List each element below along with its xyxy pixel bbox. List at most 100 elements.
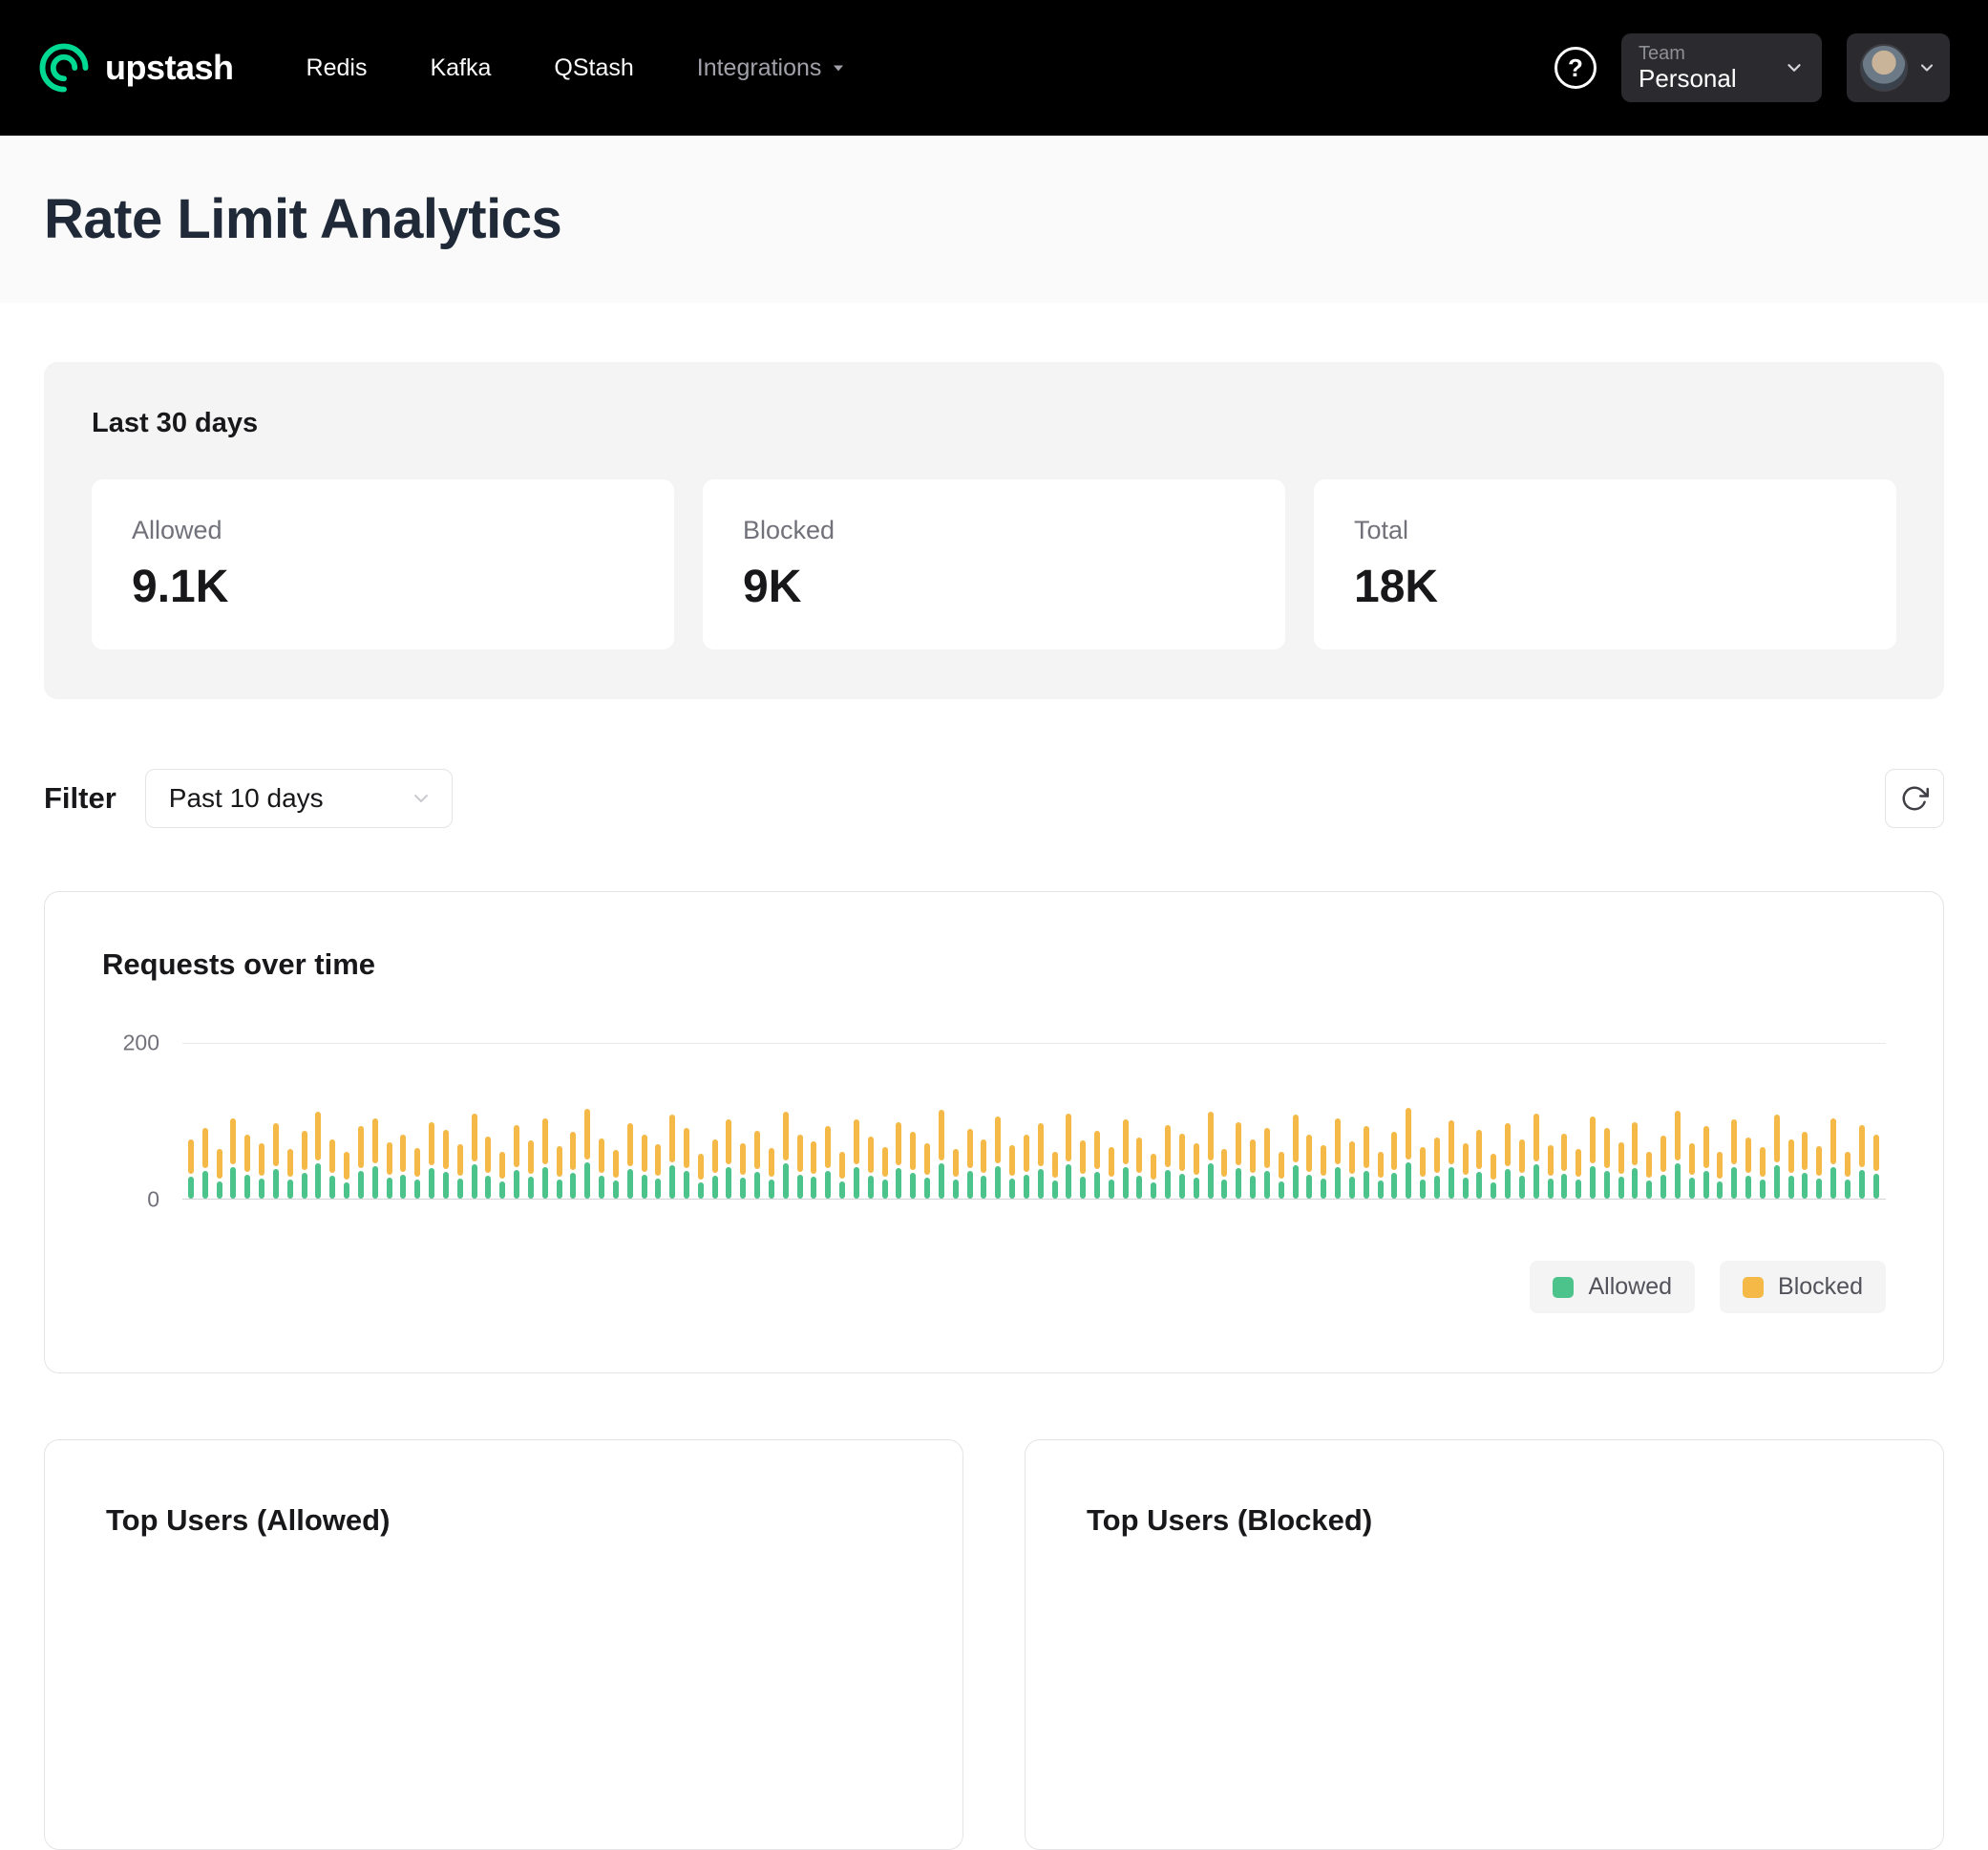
bar-group: [1760, 1147, 1766, 1199]
blocked-bar-segment: [868, 1137, 874, 1172]
bar-group: [1830, 1118, 1836, 1199]
nav-item-integrations[interactable]: Integrations: [697, 54, 849, 82]
help-icon[interactable]: ?: [1554, 47, 1597, 89]
blocked-bar-segment: [1349, 1141, 1355, 1174]
bar-group: [443, 1130, 449, 1199]
chart-area: 200 0: [102, 1043, 1886, 1200]
allowed-bar-segment: [1109, 1180, 1114, 1199]
y-tick-0: 0: [147, 1187, 159, 1213]
chevron-down-icon: [1917, 58, 1936, 77]
allowed-bar-segment: [1449, 1167, 1454, 1199]
bar-group: [1194, 1143, 1199, 1199]
bar-group: [1533, 1114, 1539, 1199]
blocked-bar-segment: [1264, 1128, 1270, 1168]
bar-group: [939, 1110, 944, 1199]
chevron-down-icon: [829, 58, 848, 77]
allowed-bar-segment: [1221, 1180, 1227, 1199]
allowed-bar-segment: [1306, 1175, 1312, 1199]
bar-group: [698, 1154, 704, 1199]
allowed-bar-segment: [1717, 1181, 1723, 1199]
page-title: Rate Limit Analytics: [44, 187, 1944, 251]
bar-group: [1491, 1154, 1496, 1199]
nav-item-qstash[interactable]: QStash: [554, 54, 633, 82]
allowed-bar-segment: [1094, 1172, 1100, 1199]
top-nav: upstash Redis Kafka QStash Integrations …: [0, 0, 1988, 136]
upstash-brand[interactable]: upstash: [38, 42, 234, 94]
legend-item-blocked[interactable]: Blocked: [1720, 1261, 1886, 1313]
chart-legend: Allowed Blocked: [102, 1261, 1886, 1313]
blocked-bar-segment: [1760, 1147, 1766, 1176]
allowed-bar-segment: [1816, 1179, 1822, 1199]
stats-panel-title: Last 30 days: [92, 408, 1896, 439]
allowed-bar-segment: [655, 1179, 661, 1199]
stat-card-total: Total 18K: [1314, 479, 1896, 649]
bar-group: [1646, 1152, 1652, 1199]
blocked-bar-segment: [1463, 1143, 1469, 1175]
blocked-bar-segment: [287, 1149, 293, 1177]
bar-group: [854, 1119, 859, 1199]
team-selector[interactable]: Team Personal: [1621, 33, 1822, 102]
bar-group: [1279, 1152, 1284, 1199]
blocked-bar-segment: [684, 1128, 689, 1168]
allowed-bar-segment: [557, 1180, 562, 1199]
bar-group: [1406, 1108, 1411, 1199]
blocked-bar-segment: [1561, 1134, 1567, 1171]
nav-item-kafka[interactable]: Kafka: [430, 54, 491, 82]
blocked-bar-segment: [655, 1144, 661, 1176]
bar-group: [684, 1128, 689, 1199]
allowed-bar-segment: [344, 1182, 349, 1199]
blocked-swatch-icon: [1743, 1277, 1764, 1298]
blocked-bar-segment: [1391, 1132, 1397, 1170]
allowed-bar-segment: [669, 1165, 675, 1199]
bar-group: [1306, 1135, 1312, 1199]
bar-group: [1590, 1116, 1596, 1199]
nav-item-redis[interactable]: Redis: [307, 54, 368, 82]
bar-group: [1109, 1147, 1114, 1199]
allowed-bar-segment: [1859, 1170, 1865, 1199]
chevron-down-icon: [410, 787, 433, 810]
allowed-bar-segment: [1802, 1173, 1808, 1199]
blocked-bar-segment: [1660, 1136, 1666, 1171]
bar-group: [811, 1141, 816, 1199]
blocked-bar-segment: [1802, 1132, 1808, 1170]
allowed-bar-segment: [1236, 1168, 1241, 1199]
blocked-bar-segment: [570, 1132, 576, 1170]
bar-group: [1434, 1138, 1440, 1199]
requests-chart-card: Requests over time 200 0 Allowed Blocked: [44, 891, 1944, 1373]
blocked-bar-segment: [1321, 1145, 1326, 1176]
allowed-bar-segment: [273, 1169, 279, 1199]
bar-group: [839, 1152, 845, 1199]
allowed-bar-segment: [443, 1172, 449, 1199]
bar-group: [1703, 1126, 1709, 1199]
account-menu[interactable]: [1847, 33, 1950, 102]
avatar: [1860, 44, 1908, 92]
blocked-bar-segment: [1830, 1118, 1836, 1164]
allowed-bar-segment: [981, 1176, 986, 1199]
date-range-select[interactable]: Past 10 days: [145, 769, 453, 828]
allowed-bar-segment: [1009, 1179, 1015, 1199]
blocked-bar-segment: [825, 1126, 831, 1167]
bar-group: [273, 1123, 279, 1199]
bottom-row: Top Users (Allowed) Top Users (Blocked): [44, 1439, 1944, 1850]
team-texts: Team Personal: [1639, 43, 1737, 94]
allowed-bar-segment: [1660, 1175, 1666, 1199]
bar-group: [188, 1139, 194, 1199]
filter-label: Filter: [44, 781, 116, 816]
refresh-button[interactable]: [1885, 769, 1944, 828]
blocked-bar-segment: [230, 1118, 236, 1165]
blocked-bar-segment: [1165, 1125, 1171, 1167]
bar-group: [896, 1122, 901, 1199]
blocked-bar-segment: [1491, 1154, 1496, 1180]
blocked-bar-segment: [1548, 1145, 1554, 1176]
legend-label: Blocked: [1778, 1273, 1863, 1301]
allowed-bar-segment: [1364, 1171, 1369, 1199]
allowed-bar-segment: [514, 1170, 519, 1199]
legend-label: Allowed: [1588, 1273, 1672, 1301]
allowed-bar-segment: [1561, 1174, 1567, 1199]
bar-group: [1505, 1123, 1511, 1199]
blocked-bar-segment: [939, 1110, 944, 1159]
allowed-bar-segment: [1576, 1180, 1581, 1199]
allowed-bar-segment: [1519, 1176, 1525, 1199]
allowed-bar-segment: [1845, 1180, 1851, 1199]
legend-item-allowed[interactable]: Allowed: [1530, 1261, 1695, 1313]
